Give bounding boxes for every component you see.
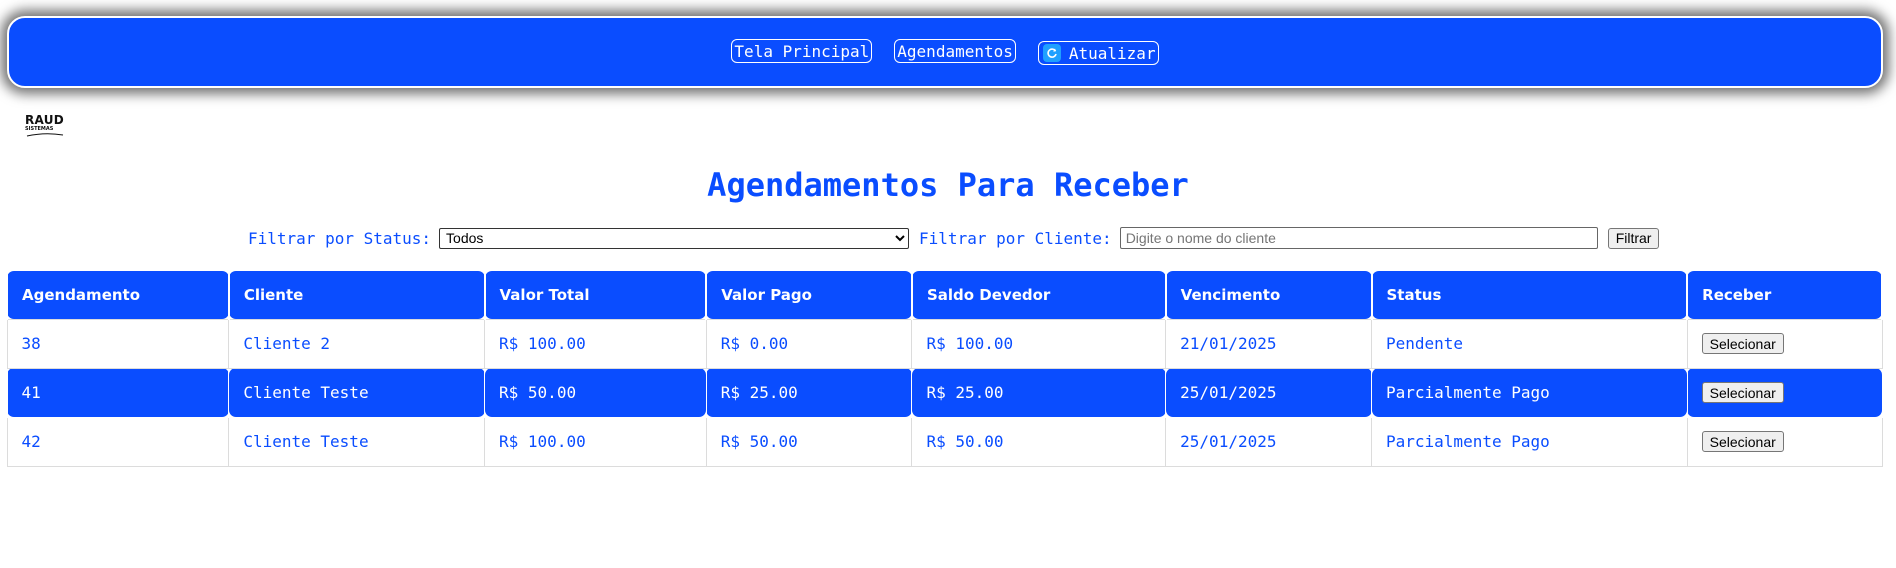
page-title: Agendamentos Para Receber (707, 166, 1189, 204)
column-header-agendamento: Agendamento (6, 271, 230, 319)
refresh-button-label: Atualizar (1068, 43, 1156, 63)
cell-agendamento: 38 (6, 318, 230, 369)
refresh-icon (1042, 44, 1061, 62)
company-logo: RAUD SISTEMAS (25, 114, 65, 142)
column-header-valor-total: Valor Total (483, 271, 708, 319)
filter-button[interactable]: Filtrar (1607, 227, 1660, 249)
cell-status: Pendente (1371, 318, 1688, 369)
cell-status: Parcialmente Pago (1371, 416, 1688, 467)
cell-vencimento: 25/01/2025 (1165, 367, 1372, 418)
filter-bar: Filtrar por Status: Todos Filtrar por Cl… (248, 227, 1660, 249)
cell-agendamento: 41 (6, 367, 230, 418)
column-header-cliente: Cliente (227, 271, 486, 319)
logo-swoosh (26, 133, 64, 137)
table-row: 38 Cliente 2 R$ 100.00 R$ 0.00 R$ 100.00… (6, 318, 1883, 369)
status-filter-select[interactable]: Todos (439, 227, 910, 249)
cell-saldo-devedor: R$ 100.00 (911, 318, 1167, 369)
nav-appointments-button[interactable]: Agendamentos (894, 39, 1016, 63)
select-button[interactable]: Selecionar (1701, 431, 1784, 452)
cell-valor-total: R$ 100.00 (484, 318, 707, 369)
refresh-button[interactable]: Atualizar (1037, 41, 1159, 65)
column-header-receber: Receber (1686, 271, 1883, 319)
column-header-saldo-devedor: Saldo Devedor (910, 271, 1167, 319)
cell-cliente: Cliente 2 (228, 318, 486, 369)
top-navbar: Tela Principal Agendamentos Atualizar (7, 16, 1883, 88)
cell-valor-pago: R$ 50.00 (705, 416, 913, 467)
cell-receber: Selecionar (1686, 416, 1883, 467)
cell-cliente: Cliente Teste (228, 416, 486, 467)
select-button[interactable]: Selecionar (1701, 333, 1784, 354)
cell-agendamento: 42 (6, 416, 230, 467)
cell-receber: Selecionar (1686, 367, 1883, 418)
cell-status: Parcialmente Pago (1371, 367, 1688, 418)
status-filter-label: Filtrar por Status: (248, 228, 432, 248)
cell-saldo-devedor: R$ 25.00 (911, 367, 1167, 418)
column-header-vencimento: Vencimento (1164, 271, 1373, 319)
cell-vencimento: 21/01/2025 (1165, 318, 1372, 369)
column-header-status: Status (1370, 271, 1689, 319)
logo-text: RAUD (25, 113, 65, 127)
cell-valor-pago: R$ 0.00 (705, 318, 913, 369)
select-button[interactable]: Selecionar (1701, 382, 1784, 403)
cell-valor-pago: R$ 25.00 (705, 367, 913, 418)
client-filter-input[interactable] (1119, 227, 1598, 249)
table-row: 41 Cliente Teste R$ 50.00 R$ 25.00 R$ 25… (6, 367, 1883, 418)
cell-saldo-devedor: R$ 50.00 (911, 416, 1167, 467)
nav-home-button[interactable]: Tela Principal (731, 39, 873, 63)
cell-valor-total: R$ 50.00 (484, 367, 707, 418)
cell-receber: Selecionar (1686, 318, 1883, 369)
cell-vencimento: 25/01/2025 (1165, 416, 1372, 467)
cell-valor-total: R$ 100.00 (484, 416, 707, 467)
cell-cliente: Cliente Teste (228, 367, 486, 418)
table-header-row: Agendamento Cliente Valor Total Valor Pa… (6, 271, 1883, 319)
column-header-valor-pago: Valor Pago (705, 271, 913, 319)
receivables-table: Agendamento Cliente Valor Total Valor Pa… (6, 271, 1883, 467)
client-filter-label: Filtrar por Cliente: (919, 228, 1112, 248)
table-row: 42 Cliente Teste R$ 100.00 R$ 50.00 R$ 5… (6, 416, 1883, 467)
